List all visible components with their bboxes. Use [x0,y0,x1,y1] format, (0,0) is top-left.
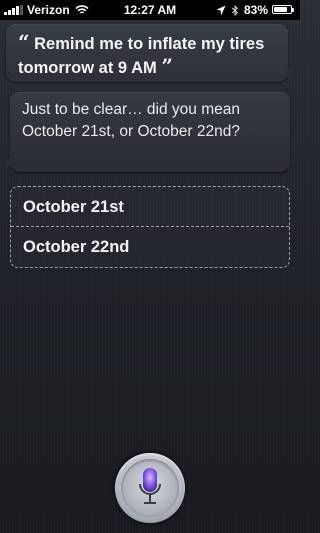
open-quote: “ [18,30,30,54]
siri-response-bubble: Just to be clear… did you mean October 2… [3,92,290,172]
siri-response-text: Just to be clear… did you mean October 2… [22,101,240,140]
battery-icon [272,5,296,15]
option-october-22nd[interactable]: October 22nd [11,227,289,267]
signal-strength-icon [4,5,23,15]
location-arrow-icon [216,5,226,15]
carrier-name: Verizon [27,3,70,17]
bluetooth-icon [231,4,239,16]
close-quote: ” [161,54,173,78]
status-bar: Verizon 12:27 AM 83% [0,0,300,20]
option-october-21st[interactable]: October 21st [11,187,289,227]
siri-microphone-button[interactable] [115,453,185,523]
date-options-list: October 21st October 22nd [10,186,290,268]
wifi-icon [75,5,89,14]
battery-percentage: 83% [243,3,268,17]
user-query-bubble: “ Remind me to inflate my tires tomorrow… [6,24,295,82]
microphone-icon [139,468,161,504]
user-query-text: Remind me to inflate my tires tomorrow a… [18,35,265,77]
